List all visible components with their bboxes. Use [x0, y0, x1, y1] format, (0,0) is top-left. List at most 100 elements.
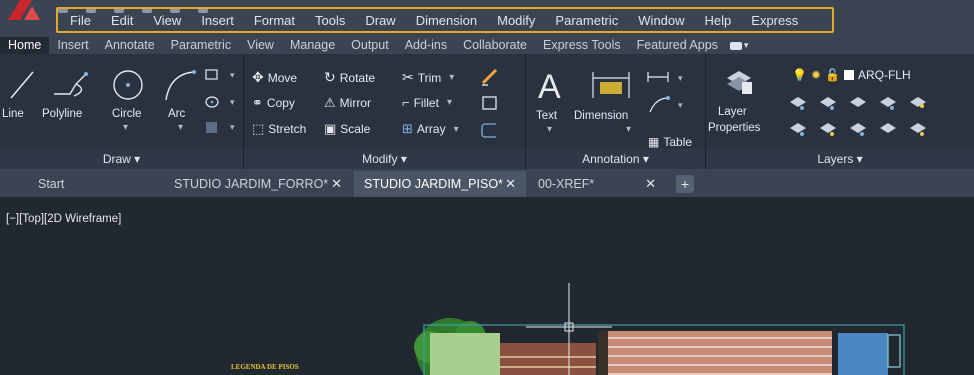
- dimension-icon: [592, 72, 630, 98]
- tab-manage[interactable]: Manage: [282, 37, 343, 54]
- polyline-icon: [54, 72, 88, 97]
- tab-parametric[interactable]: Parametric: [163, 37, 239, 54]
- sun-thaw-icon: ✹: [810, 68, 822, 82]
- draw-panel: Line Polyline Circle Arc ▾ ▾ ▾ ▾ ▾ Draw …: [0, 54, 244, 169]
- trim-button[interactable]: ✂ Trim ▾: [402, 69, 454, 86]
- menu-items: File Edit View Insert Format Tools Draw …: [60, 9, 808, 31]
- layer-properties-label-1[interactable]: Layer: [718, 106, 747, 118]
- offset-icon[interactable]: [480, 121, 500, 139]
- menu-tools[interactable]: Tools: [305, 13, 355, 28]
- arc-dropdown-icon[interactable]: ▾: [178, 122, 183, 133]
- stretch-button[interactable]: ⬚ Stretch: [252, 121, 306, 137]
- arc-button[interactable]: Arc: [168, 108, 185, 120]
- tab-home[interactable]: Home: [0, 37, 50, 54]
- annotation-panel: A Text ▾ Dimension ▾ ▾ ▾ ▦ Table Annotat…: [526, 54, 706, 169]
- array-icon: ⊞: [402, 121, 413, 136]
- move-label: Move: [267, 70, 298, 85]
- copy-icon: ⚭: [252, 95, 263, 110]
- menu-view[interactable]: View: [143, 13, 191, 28]
- scale-icon: ▣: [324, 121, 337, 136]
- ribbon-tab-bar: Home Insert Annotate Parametric View Man…: [0, 37, 974, 54]
- file-tab-forro[interactable]: STUDIO JARDIM_FORRO* ✕: [164, 171, 352, 197]
- tab-view[interactable]: View: [239, 37, 282, 54]
- trim-dropdown-icon[interactable]: ▾: [449, 72, 454, 83]
- new-tab-button[interactable]: +: [676, 175, 694, 193]
- modify-panel-title[interactable]: Modify ▾: [244, 149, 525, 169]
- close-icon[interactable]: ✕: [645, 171, 656, 197]
- stretch-label: Stretch: [268, 122, 307, 136]
- close-icon[interactable]: ✕: [505, 171, 516, 197]
- rotate-button[interactable]: ↻ Rotate: [324, 69, 375, 86]
- lightbulb-on-icon: 💡: [792, 68, 807, 82]
- layer-dropdown[interactable]: 💡 ✹ 🔓 ARQ-FLH: [792, 68, 911, 82]
- tab-insert[interactable]: Insert: [49, 37, 96, 54]
- menu-insert[interactable]: Insert: [191, 13, 244, 28]
- file-tab-bar: Start STUDIO JARDIM_FORRO* ✕ STUDIO JARD…: [0, 169, 974, 197]
- menu-modify[interactable]: Modify: [487, 13, 545, 28]
- array-dropdown-icon[interactable]: ▾: [454, 124, 459, 135]
- menu-express[interactable]: Express: [741, 13, 808, 28]
- fillet-dropdown-icon[interactable]: ▾: [447, 97, 452, 108]
- rotate-icon: ↻: [324, 69, 336, 85]
- copy-button[interactable]: ⚭ Copy: [252, 95, 295, 111]
- menu-edit[interactable]: Edit: [101, 13, 143, 28]
- mirror-label: Mirror: [339, 96, 371, 110]
- file-tab-start[interactable]: Start: [10, 171, 160, 197]
- polyline-button[interactable]: Polyline: [42, 108, 82, 120]
- line-button[interactable]: Line: [2, 108, 24, 120]
- svg-text:▾: ▾: [230, 122, 235, 132]
- autocad-logo-icon[interactable]: [6, 0, 46, 20]
- mirror-icon: ⚠: [324, 95, 336, 110]
- layer-properties-label-2[interactable]: Properties: [708, 122, 760, 134]
- tab-output[interactable]: Output: [343, 37, 397, 54]
- erase-icon[interactable]: [480, 68, 500, 86]
- array-label: Array: [416, 122, 446, 136]
- drawing-canvas[interactable]: [−][Top][2D Wireframe] LEGENDA DE PISOS: [0, 197, 974, 375]
- deck-area: [500, 343, 596, 375]
- garden-area: [430, 333, 500, 375]
- menu-draw[interactable]: Draw: [355, 13, 405, 28]
- table-label: Table: [663, 135, 693, 149]
- tab-express-tools[interactable]: Express Tools: [535, 37, 629, 54]
- text-dropdown-icon[interactable]: ▾: [547, 124, 552, 135]
- fillet-button[interactable]: ⌐ Fillet ▾: [402, 95, 452, 110]
- circle-dropdown-icon[interactable]: ▾: [123, 122, 128, 133]
- table-button[interactable]: ▦ Table: [648, 135, 692, 149]
- menu-format[interactable]: Format: [244, 13, 305, 28]
- menu-file[interactable]: File: [60, 13, 101, 28]
- tab-annotate[interactable]: Annotate: [97, 37, 163, 54]
- scale-button[interactable]: ▣ Scale: [324, 121, 370, 137]
- trim-label: Trim: [417, 70, 442, 85]
- menu-window[interactable]: Window: [628, 13, 694, 28]
- file-tab-forro-label: STUDIO JARDIM_FORRO*: [174, 177, 329, 191]
- tab-collaborate[interactable]: Collaborate: [455, 37, 535, 54]
- tab-featured-apps[interactable]: Featured Apps: [629, 37, 726, 54]
- menu-parametric[interactable]: Parametric: [545, 13, 628, 28]
- line-icon: [10, 71, 34, 99]
- floor-plan-drawing: [414, 283, 905, 375]
- tab-add-ins[interactable]: Add-ins: [397, 37, 455, 54]
- copy-label: Copy: [266, 96, 295, 110]
- ribbon-options-dropdown[interactable]: ▾: [729, 40, 748, 51]
- annotation-panel-title[interactable]: Annotation ▾: [526, 149, 705, 169]
- close-icon[interactable]: ✕: [331, 171, 342, 197]
- move-button[interactable]: ✥ Move: [252, 69, 297, 86]
- menu-dimension[interactable]: Dimension: [406, 13, 487, 28]
- legend-title: LEGENDA DE PISOS: [231, 363, 299, 371]
- dimension-button[interactable]: Dimension: [574, 110, 628, 122]
- menu-help[interactable]: Help: [695, 13, 742, 28]
- layer-properties-icon: [727, 71, 752, 94]
- explode-icon[interactable]: [480, 94, 500, 112]
- dimension-dropdown-icon[interactable]: ▾: [626, 124, 631, 135]
- menu-bar: File Edit View Insert Format Tools Draw …: [0, 0, 974, 37]
- mirror-button[interactable]: ⚠ Mirror: [324, 95, 371, 111]
- circle-button[interactable]: Circle: [112, 108, 141, 120]
- draw-panel-title[interactable]: Draw ▾: [0, 149, 243, 169]
- text-button[interactable]: Text: [536, 110, 557, 122]
- layers-panel-title[interactable]: Layers ▾: [706, 149, 974, 169]
- file-tab-xref[interactable]: 00-XREF* ✕: [528, 171, 666, 197]
- circle-icon: [113, 70, 143, 100]
- file-tab-piso[interactable]: STUDIO JARDIM_PISO* ✕: [354, 171, 526, 197]
- array-button[interactable]: ⊞ Array ▾: [402, 121, 459, 137]
- quick-access-toolbar: [58, 0, 248, 13]
